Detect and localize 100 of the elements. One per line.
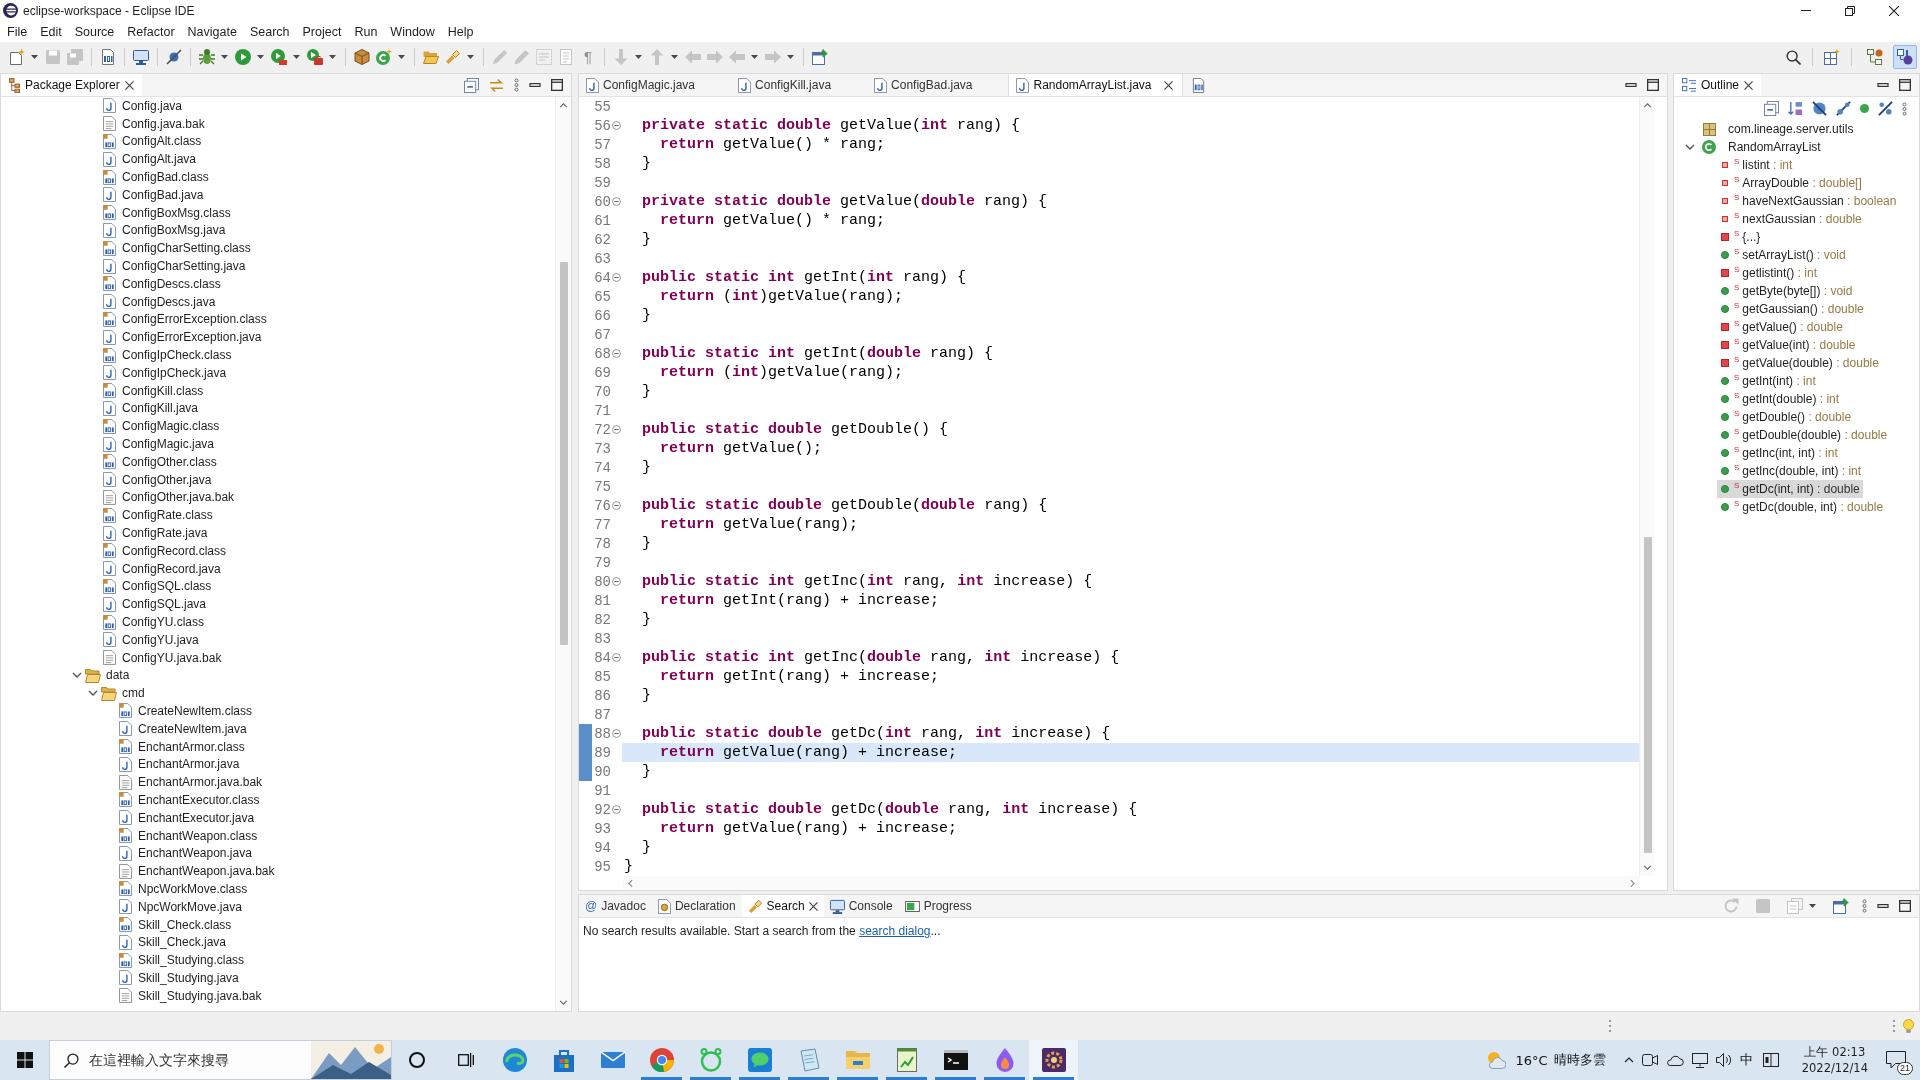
tree-item[interactable]: EnchantWeapon.java	[138, 846, 252, 861]
tree-item[interactable]: CreateNewItem.java	[138, 721, 247, 736]
maximize-icon[interactable]	[551, 79, 563, 91]
outline-item[interactable]: S getValue(double) : double	[1717, 354, 1882, 372]
window-pin-icon[interactable]	[1833, 898, 1849, 914]
weather-condition[interactable]: 晴時多雲	[1553, 1051, 1606, 1069]
new-file-icon[interactable]	[9, 49, 25, 65]
outline-item[interactable]: S getDc(double, int) : double	[1717, 498, 1887, 516]
tree-item[interactable]: ConfigCharSetting.class	[122, 241, 251, 256]
menu-item[interactable]: Window	[390, 24, 435, 39]
tree-item[interactable]: EnchantExecutor.class	[138, 792, 260, 807]
two-arrows-icon[interactable]	[489, 77, 504, 93]
bug-icon[interactable]	[199, 49, 215, 65]
outline-item[interactable]: S ArrayDouble : double[]	[1717, 174, 1865, 192]
outline-item[interactable]: S getInc(double, int) : int	[1717, 462, 1865, 480]
caret-icon[interactable]	[257, 55, 264, 59]
tree-item[interactable]: EnchantArmor.java	[138, 757, 240, 772]
tree-item[interactable]: ConfigDescs.java	[122, 294, 216, 309]
outline-item[interactable]: S getlistint() : int	[1717, 264, 1821, 282]
caret-icon[interactable]	[221, 55, 228, 59]
tree-item[interactable]: ConfigOther.java.bak	[122, 490, 235, 505]
menu-item[interactable]: Project	[302, 24, 342, 39]
more-icon[interactable]	[514, 78, 519, 92]
outline-item[interactable]: RandomArrayList	[1701, 138, 1824, 156]
minimize-icon[interactable]	[1625, 83, 1637, 87]
crossed-circle-icon[interactable]	[1812, 101, 1827, 116]
binary-file-icon[interactable]	[100, 49, 116, 65]
collapse-icon[interactable]	[612, 425, 621, 434]
chevron-left-icon[interactable]	[628, 878, 633, 888]
tree-item[interactable]: ConfigSQL.java	[122, 597, 207, 612]
outline-item[interactable]: S getInt(int) : int	[1717, 372, 1819, 390]
class-icon[interactable]	[376, 49, 392, 65]
scrollbar[interactable]	[1639, 97, 1655, 876]
play-icon[interactable]	[235, 49, 251, 65]
outline-item[interactable]: com.lineage.server.utils	[1701, 120, 1857, 138]
minimize-icon[interactable]	[1877, 904, 1889, 908]
chevron-down-icon[interactable]	[88, 690, 98, 697]
network-icon[interactable]	[1691, 1052, 1708, 1068]
menu-item[interactable]: Source	[74, 24, 115, 39]
circle-icon[interactable]	[408, 1052, 425, 1068]
view-tab[interactable]: Package Explorer	[1, 74, 142, 96]
search-icon[interactable]	[1786, 49, 1801, 65]
chevron-down-icon[interactable]	[1643, 865, 1652, 870]
outline-item[interactable]: S getByte(byte[]) : void	[1717, 282, 1856, 300]
outline-item[interactable]: S getValue(int) : double	[1717, 336, 1859, 354]
tree-item[interactable]: ConfigMagic.class	[122, 419, 220, 434]
menu-item[interactable]: Navigate	[187, 24, 237, 39]
tree-item[interactable]: ConfigYU.java	[122, 632, 199, 647]
tree-item[interactable]: data	[106, 668, 130, 683]
minimize-icon[interactable]	[1877, 83, 1889, 87]
tree-item[interactable]: ConfigErrorException.class	[122, 312, 267, 327]
search-field[interactable]: 在這裡輸入文字來搜尋	[89, 1052, 311, 1068]
maximize-icon[interactable]	[1647, 79, 1659, 91]
outline-item[interactable]: S setArrayList() : void	[1717, 246, 1849, 264]
cloud-icon[interactable]	[1665, 1054, 1684, 1066]
scrollbar[interactable]	[555, 97, 571, 1011]
menu-item[interactable]: Edit	[40, 24, 62, 39]
collapse-icon[interactable]	[612, 577, 621, 586]
speaker-icon[interactable]	[1715, 1052, 1732, 1068]
close-icon[interactable]	[1889, 5, 1899, 16]
tree-item[interactable]: ConfigAlt.class	[122, 134, 202, 149]
collapse-icon[interactable]	[612, 197, 621, 206]
tree-item[interactable]: EnchantArmor.java.bak	[138, 775, 263, 790]
outline-item[interactable]: S getGaussian() : double	[1717, 300, 1867, 318]
clock-time[interactable]: 上午 02:13	[1804, 1044, 1866, 1060]
scroll-thumb[interactable]	[1643, 537, 1652, 853]
outline-item[interactable]: S nextGaussian : double	[1717, 210, 1865, 228]
view-tab[interactable]: Declaration	[651, 895, 742, 917]
tree-item[interactable]: ConfigOther.java	[122, 472, 212, 487]
search-dialog-link[interactable]: search dialog	[859, 924, 931, 938]
maximize-icon[interactable]	[1899, 900, 1911, 912]
view-tab[interactable]: Search	[741, 895, 824, 917]
outline-item[interactable]: S getInt(double) : int	[1717, 390, 1843, 408]
outline-item[interactable]: S getValue() : double	[1717, 318, 1846, 336]
menu-item[interactable]: Search	[249, 24, 290, 39]
box-icon[interactable]	[354, 49, 370, 65]
outline-item[interactable]: S getInc(int, int) : int	[1717, 444, 1841, 462]
tree-item[interactable]: Skill_Check.java	[138, 935, 227, 950]
collapse-icon[interactable]	[612, 121, 621, 130]
tree-item[interactable]: Skill_Studying.java	[138, 970, 239, 985]
play-toolbox-icon[interactable]	[307, 49, 323, 65]
collapse-icon[interactable]	[612, 501, 621, 510]
menu-item[interactable]: Run	[354, 24, 378, 39]
tree-item[interactable]: ConfigCharSetting.java	[122, 259, 246, 274]
tree-item[interactable]: ConfigRate.java	[122, 526, 208, 540]
menu-item[interactable]: Refactor	[127, 24, 175, 39]
tree-item[interactable]: ConfigRecord.class	[122, 543, 227, 558]
tree-item[interactable]: EnchantArmor.class	[138, 739, 245, 754]
caret-icon[interactable]	[398, 55, 405, 59]
tree-item[interactable]: ConfigYU.java.bak	[122, 650, 222, 665]
tree-item[interactable]: Config.java.bak	[122, 116, 205, 131]
tree-item[interactable]: Skill_Check.class	[138, 917, 232, 932]
tree-item[interactable]: ConfigIpCheck.java	[122, 365, 227, 380]
more-icon[interactable]	[1902, 101, 1907, 116]
menu-item[interactable]: Help	[447, 24, 474, 39]
outline-item[interactable]: S getDc(int, int) : double	[1717, 480, 1863, 498]
monitor-icon[interactable]	[133, 49, 149, 65]
caret-icon[interactable]	[293, 55, 300, 59]
tree-item[interactable]: ConfigKill.class	[122, 383, 204, 398]
chevron-up-icon[interactable]	[1623, 1057, 1634, 1063]
